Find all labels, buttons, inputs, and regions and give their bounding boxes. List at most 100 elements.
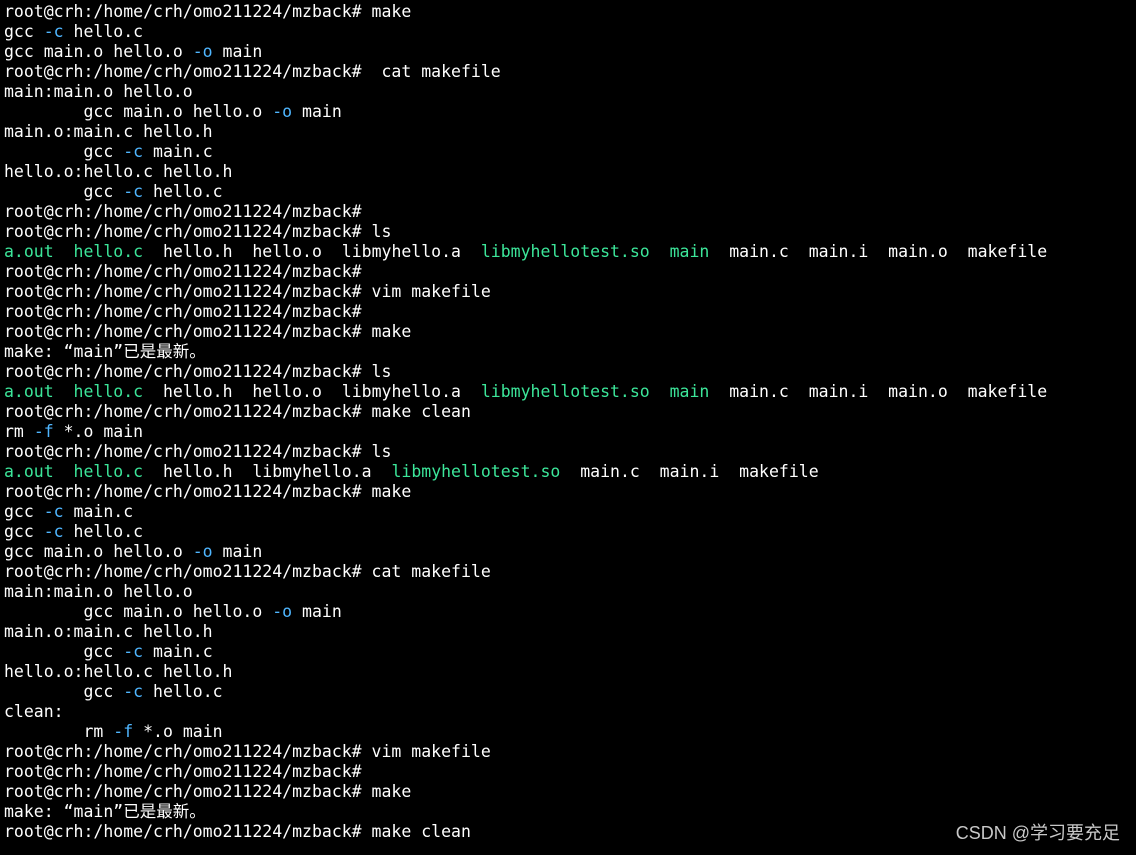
command-flag: -f: [113, 722, 134, 741]
terminal-text: root@crh:/home/crh/omo211224/mzback# mak…: [4, 782, 412, 801]
terminal-line: gcc -c hello.c: [4, 22, 1136, 42]
terminal-line: hello.o:hello.c hello.h: [4, 662, 1136, 682]
terminal-text: gcc main.o hello.o: [4, 42, 193, 61]
terminal-text: root@crh:/home/crh/omo211224/mzback# cat…: [4, 62, 501, 81]
terminal-line: gcc -c hello.c: [4, 682, 1136, 702]
command-flag: -c: [43, 22, 64, 41]
command-flag: -c: [123, 642, 144, 661]
executable-filename: hello.c: [73, 462, 144, 481]
terminal-line: root@crh:/home/crh/omo211224/mzback# ls: [4, 362, 1136, 382]
terminal-text: root@crh:/home/crh/omo211224/mzback#: [4, 202, 362, 221]
terminal-text: hello.o:hello.c hello.h: [4, 662, 233, 681]
terminal-text: hello.h hello.o libmyhello.a: [143, 242, 481, 261]
terminal-line: gcc main.o hello.o -o main: [4, 602, 1136, 622]
command-flag: -c: [43, 502, 64, 521]
terminal-line: a.out hello.c hello.h hello.o libmyhello…: [4, 382, 1136, 402]
terminal-text: main:main.o hello.o: [4, 582, 193, 601]
terminal-text: root@crh:/home/crh/omo211224/mzback# ls: [4, 362, 392, 381]
terminal-line: root@crh:/home/crh/omo211224/mzback# cat…: [4, 562, 1136, 582]
executable-filename: hello.c: [73, 242, 144, 261]
command-flag: -c: [123, 142, 144, 161]
terminal-line: root@crh:/home/crh/omo211224/mzback# mak…: [4, 402, 1136, 422]
terminal-text: gcc: [4, 682, 124, 701]
terminal-line: root@crh:/home/crh/omo211224/mzback#: [4, 762, 1136, 782]
terminal-text: gcc: [4, 22, 44, 41]
terminal-text: root@crh:/home/crh/omo211224/mzback# mak…: [4, 2, 412, 21]
executable-filename: a.out: [4, 382, 54, 401]
terminal-text: root@crh:/home/crh/omo211224/mzback# mak…: [4, 322, 412, 341]
terminal-text: main: [292, 102, 342, 121]
terminal-text: rm: [4, 422, 34, 441]
terminal-line: gcc -c hello.c: [4, 522, 1136, 542]
terminal-line: main:main.o hello.o: [4, 82, 1136, 102]
terminal-text: gcc: [4, 142, 124, 161]
command-flag: -c: [43, 522, 64, 541]
terminal-line: root@crh:/home/crh/omo211224/mzback#: [4, 262, 1136, 282]
terminal-line: root@crh:/home/crh/omo211224/mzback# mak…: [4, 2, 1136, 22]
terminal-line: rm -f *.o main: [4, 422, 1136, 442]
terminal-text: main.o:main.c hello.h: [4, 122, 213, 141]
csdn-watermark: CSDN @学习要充足: [955, 823, 1120, 843]
command-flag: -o: [192, 542, 213, 561]
terminal-text: gcc: [4, 642, 124, 661]
terminal-line: gcc main.o hello.o -o main: [4, 542, 1136, 562]
command-flag: -c: [123, 182, 144, 201]
terminal-text: main.o:main.c hello.h: [4, 622, 213, 641]
executable-filename: main: [669, 242, 710, 261]
executable-filename: libmyhellotest.so: [480, 242, 650, 261]
terminal-line: main.o:main.c hello.h: [4, 622, 1136, 642]
terminal-text: hello.c: [143, 682, 223, 701]
terminal-output[interactable]: root@crh:/home/crh/omo211224/mzback# mak…: [4, 2, 1136, 842]
terminal-text: rm: [4, 722, 114, 741]
terminal-text: gcc: [4, 502, 44, 521]
terminal-line: a.out hello.c hello.h hello.o libmyhello…: [4, 242, 1136, 262]
terminal-line: main:main.o hello.o: [4, 582, 1136, 602]
terminal-text: root@crh:/home/crh/omo211224/mzback#: [4, 262, 362, 281]
terminal-window[interactable]: { "colors": { "background": "#000000", "…: [0, 0, 1136, 855]
terminal-text: main.c: [63, 502, 134, 521]
terminal-line: root@crh:/home/crh/omo211224/mzback# ls: [4, 222, 1136, 242]
executable-filename: a.out: [4, 462, 54, 481]
terminal-text: gcc: [4, 522, 44, 541]
terminal-line: root@crh:/home/crh/omo211224/mzback# ls: [4, 442, 1136, 462]
terminal-line: gcc main.o hello.o -o main: [4, 102, 1136, 122]
executable-filename: hello.c: [73, 382, 144, 401]
terminal-text: hello.o:hello.c hello.h: [4, 162, 233, 181]
terminal-line: gcc -c hello.c: [4, 182, 1136, 202]
terminal-line: make: “main”已是最新。: [4, 342, 1136, 362]
terminal-text: make: “main”已是最新。: [4, 342, 206, 361]
terminal-text: *.o main: [133, 722, 223, 741]
terminal-text: main.c: [143, 142, 213, 161]
terminal-text: gcc main.o hello.o: [4, 542, 193, 561]
terminal-text: root@crh:/home/crh/omo211224/mzback# vim…: [4, 742, 491, 761]
terminal-line: root@crh:/home/crh/omo211224/mzback# vim…: [4, 742, 1136, 762]
command-flag: -o: [272, 602, 293, 621]
terminal-line: root@crh:/home/crh/omo211224/mzback#: [4, 202, 1136, 222]
terminal-text: hello.c: [143, 182, 223, 201]
terminal-text: root@crh:/home/crh/omo211224/mzback# ls: [4, 442, 392, 461]
terminal-line: root@crh:/home/crh/omo211224/mzback# cat…: [4, 62, 1136, 82]
executable-filename: libmyhellotest.so: [391, 462, 561, 481]
terminal-text: root@crh:/home/crh/omo211224/mzback# mak…: [4, 482, 412, 501]
terminal-text: hello.c: [63, 522, 144, 541]
command-flag: -o: [272, 102, 293, 121]
terminal-text: *.o main: [53, 422, 144, 441]
terminal-line: root@crh:/home/crh/omo211224/mzback# mak…: [4, 322, 1136, 342]
terminal-line: root@crh:/home/crh/omo211224/mzback#: [4, 302, 1136, 322]
terminal-line: root@crh:/home/crh/omo211224/mzback# mak…: [4, 782, 1136, 802]
terminal-text: main: [212, 542, 263, 561]
terminal-line: rm -f *.o main: [4, 722, 1136, 742]
terminal-line: hello.o:hello.c hello.h: [4, 162, 1136, 182]
command-flag: -f: [33, 422, 54, 441]
terminal-text: root@crh:/home/crh/omo211224/mzback# ls: [4, 222, 392, 241]
terminal-text: main.c main.i main.o makefile: [709, 382, 1048, 401]
terminal-text: main: [292, 602, 342, 621]
terminal-line: gcc main.o hello.o -o main: [4, 42, 1136, 62]
terminal-text: hello.c: [63, 22, 144, 41]
terminal-line: gcc -c main.c: [4, 642, 1136, 662]
terminal-text: root@crh:/home/crh/omo211224/mzback#: [4, 762, 362, 781]
executable-filename: libmyhellotest.so: [480, 382, 650, 401]
